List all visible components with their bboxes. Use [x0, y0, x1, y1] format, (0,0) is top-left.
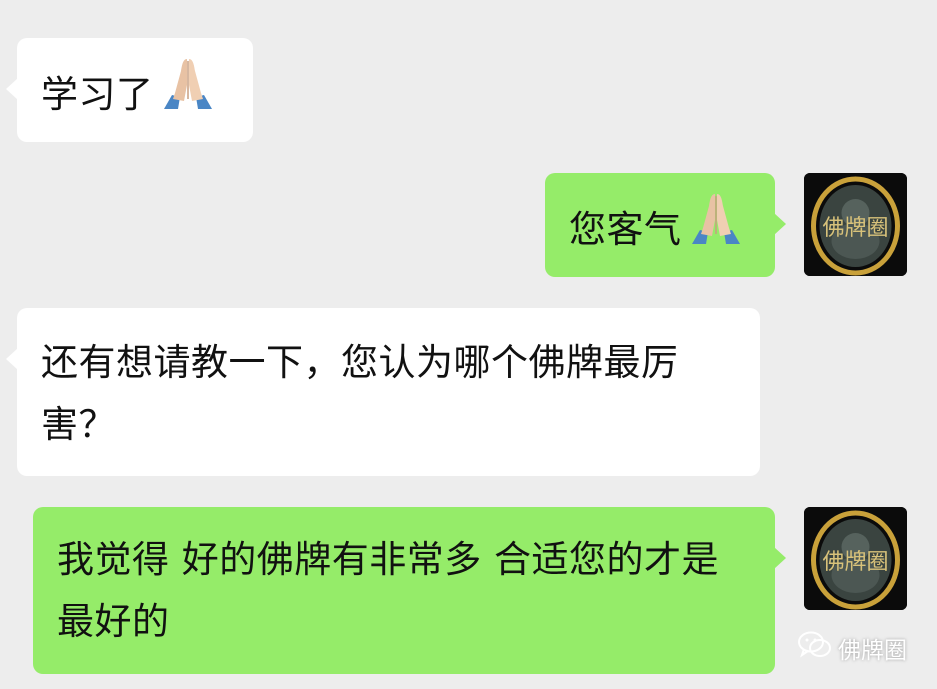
- avatar[interactable]: 佛牌圈: [804, 507, 907, 610]
- praying-hands-icon: [686, 190, 746, 265]
- svg-text:佛牌圈: 佛牌圈: [822, 216, 888, 241]
- amulet-avatar-icon: 佛牌圈: [804, 173, 907, 276]
- message-bubble-outgoing[interactable]: 您客气: [545, 173, 786, 277]
- bubble-tail: [6, 348, 18, 370]
- praying-hands-icon: [158, 55, 218, 130]
- message-text: 还有想请教一下，您认为哪个佛牌最厉害？: [41, 341, 679, 446]
- message-text: 学习了: [41, 73, 154, 116]
- bubble-tail: [6, 78, 18, 100]
- wechat-icon: [798, 631, 832, 665]
- message-bubble-outgoing[interactable]: 我觉得 好的佛牌有非常多 合适您的才是最好的: [33, 507, 786, 674]
- avatar[interactable]: 佛牌圈: [804, 173, 907, 276]
- message-text: 您客气: [569, 208, 682, 251]
- message-text: 我觉得 好的佛牌有非常多 合适您的才是最好的: [57, 538, 720, 643]
- bubble-tail: [774, 547, 786, 569]
- message-bubble-incoming[interactable]: 学习了: [6, 38, 253, 142]
- svg-text:佛牌圈: 佛牌圈: [822, 550, 888, 575]
- watermark: 佛牌圈: [798, 628, 907, 668]
- amulet-avatar-icon: 佛牌圈: [804, 507, 907, 610]
- watermark-text: 佛牌圈: [838, 638, 907, 664]
- bubble-tail: [774, 213, 786, 235]
- message-bubble-incoming[interactable]: 还有想请教一下，您认为哪个佛牌最厉害？: [6, 308, 760, 476]
